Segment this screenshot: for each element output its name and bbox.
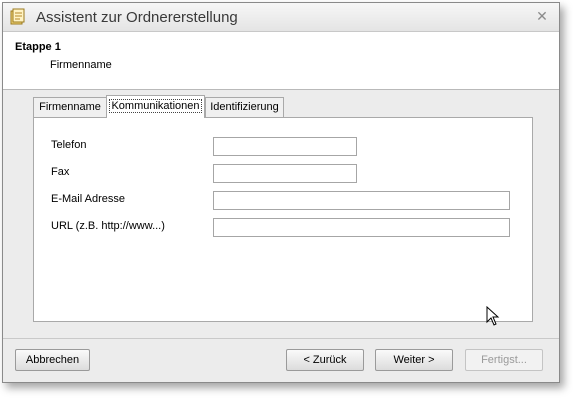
tab-label: Identifizierung xyxy=(210,101,279,113)
fax-field[interactable] xyxy=(213,164,357,183)
tab-label: Firmenname xyxy=(39,101,101,113)
email-label: E-Mail Adresse xyxy=(51,193,125,205)
communication-panel: Telefon Fax E-Mail Adresse URL (z.B. htt… xyxy=(33,117,533,322)
telefon-label: Telefon xyxy=(51,139,87,151)
folder-wizard-icon xyxy=(9,8,27,26)
tab-kommunikationen[interactable]: Kommunikationen xyxy=(106,95,205,118)
wizard-window: Assistent zur Ordnererstellung ✕ Etappe … xyxy=(2,2,560,383)
fax-label: Fax xyxy=(51,166,70,178)
cancel-button[interactable]: Abbrechen xyxy=(15,349,90,371)
next-button[interactable]: Weiter > xyxy=(375,349,453,371)
tab-label: Kommunikationen xyxy=(109,99,202,113)
tab-identifizierung[interactable]: Identifizierung xyxy=(205,97,284,117)
url-field[interactable] xyxy=(213,218,510,237)
window-title: Assistent zur Ordnererstellung xyxy=(36,9,238,26)
email-field[interactable] xyxy=(213,191,510,210)
mouse-pointer-icon xyxy=(486,305,500,329)
finish-button[interactable]: Fertigst... xyxy=(465,349,543,371)
step-subtitle: Firmenname xyxy=(50,59,112,71)
wizard-header: Etappe 1 Firmenname xyxy=(3,32,559,90)
close-icon[interactable]: ✕ xyxy=(535,9,549,23)
step-title: Etappe 1 xyxy=(15,41,61,53)
footer-divider xyxy=(3,338,559,339)
title-bar: Assistent zur Ordnererstellung ✕ xyxy=(3,3,559,32)
telefon-field[interactable] xyxy=(213,137,357,156)
back-button[interactable]: < Zurück xyxy=(286,349,364,371)
tab-firmenname[interactable]: Firmenname xyxy=(33,97,107,117)
url-label: URL (z.B. http://www...) xyxy=(51,220,165,232)
